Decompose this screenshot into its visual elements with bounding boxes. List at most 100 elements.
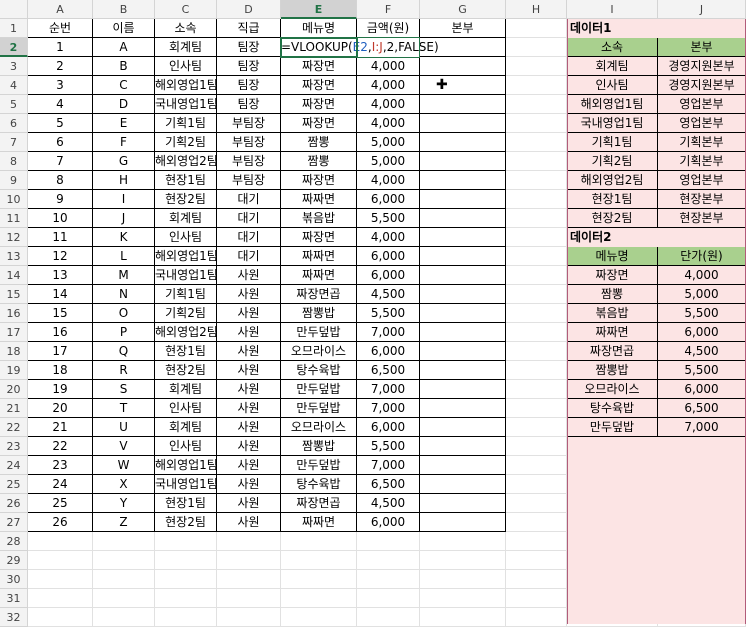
grid-cell[interactable] — [506, 133, 567, 152]
table-cell[interactable]: K — [93, 228, 155, 247]
table-cell[interactable]: E — [93, 114, 155, 133]
table-cell[interactable]: 볶음밥 — [281, 209, 357, 228]
grid-cell[interactable] — [506, 323, 567, 342]
data2-cell[interactable]: 짜장면 — [567, 266, 658, 285]
data1-cell[interactable]: 인사팀 — [567, 76, 658, 95]
row-header[interactable]: 30 — [0, 570, 28, 589]
column-header-b[interactable]: B — [93, 0, 155, 19]
row-header[interactable]: 25 — [0, 475, 28, 494]
data2-cell[interactable]: 7,000 — [658, 418, 746, 437]
grid-cell[interactable] — [506, 418, 567, 437]
grid-cell[interactable] — [357, 570, 420, 589]
table-cell[interactable]: B — [93, 57, 155, 76]
grid-cell[interactable] — [357, 532, 420, 551]
row-header[interactable]: 7 — [0, 133, 28, 152]
table-cell[interactable]: 21 — [28, 418, 93, 437]
table-cell[interactable]: 기획2팀 — [155, 304, 217, 323]
table-cell[interactable]: 부팀장 — [217, 114, 281, 133]
grid-cell[interactable] — [217, 551, 281, 570]
table-cell[interactable] — [420, 209, 506, 228]
row-header[interactable]: 32 — [0, 608, 28, 627]
grid-cell[interactable] — [506, 304, 567, 323]
data1-cell[interactable]: 해외영업2팀 — [567, 171, 658, 190]
table-cell[interactable]: 기획2팀 — [155, 133, 217, 152]
table-cell[interactable]: 만두덮밥 — [281, 399, 357, 418]
grid-cell[interactable] — [357, 551, 420, 570]
data2-cell[interactable]: 5,500 — [658, 361, 746, 380]
table-cell[interactable]: 6,000 — [357, 247, 420, 266]
table-cell[interactable]: 짜장면 — [281, 76, 357, 95]
table-cell[interactable]: O — [93, 304, 155, 323]
table-cell[interactable]: 팀장 — [217, 38, 281, 57]
grid-cell[interactable] — [420, 551, 506, 570]
table-cell[interactable]: 사원 — [217, 323, 281, 342]
row-header[interactable]: 10 — [0, 190, 28, 209]
grid-cell[interactable] — [155, 589, 217, 608]
table-cell[interactable]: I — [93, 190, 155, 209]
table-cell[interactable]: 현장1팀 — [155, 342, 217, 361]
grid-cell[interactable] — [506, 209, 567, 228]
row-header[interactable]: 3 — [0, 57, 28, 76]
table-cell[interactable]: P — [93, 323, 155, 342]
table-cell[interactable]: 팀장 — [217, 76, 281, 95]
table-cell[interactable]: 9 — [28, 190, 93, 209]
formula-editor-cell[interactable]: =VLOOKUP(E2,I:J,2,FALSE) — [280, 37, 439, 58]
column-header-d[interactable]: D — [217, 0, 281, 19]
table-cell[interactable]: 22 — [28, 437, 93, 456]
table-cell[interactable]: 4,000 — [357, 171, 420, 190]
table-cell[interactable]: W — [93, 456, 155, 475]
table-cell[interactable]: 5,500 — [357, 437, 420, 456]
table-cell[interactable]: 5,000 — [357, 133, 420, 152]
data2-cell[interactable]: 5,000 — [658, 285, 746, 304]
table-cell[interactable]: 사원 — [217, 342, 281, 361]
table-cell[interactable]: 짜장면 — [281, 114, 357, 133]
column-header-i[interactable]: I — [567, 0, 658, 19]
table-cell[interactable]: 짜장면 — [281, 95, 357, 114]
row-header[interactable]: 4 — [0, 76, 28, 95]
table-cell[interactable]: 2 — [28, 57, 93, 76]
data1-header-cell[interactable]: 소속 — [567, 38, 658, 57]
table-cell[interactable]: 6,000 — [357, 513, 420, 532]
table-cell[interactable]: 짜짜면 — [281, 190, 357, 209]
data1-cell[interactable]: 기획본부 — [658, 152, 746, 171]
table-cell[interactable]: 현장2팀 — [155, 513, 217, 532]
table-cell[interactable]: 6,000 — [357, 190, 420, 209]
grid-cell[interactable] — [506, 266, 567, 285]
data2-cell[interactable]: 짬뽕 — [567, 285, 658, 304]
table-cell[interactable]: 5,500 — [357, 209, 420, 228]
data2-cell[interactable]: 6,000 — [658, 380, 746, 399]
table-cell[interactable]: 국내영업1팀 — [155, 266, 218, 285]
table-cell[interactable]: 회계팀 — [155, 418, 217, 437]
table-cell[interactable]: 사원 — [217, 380, 281, 399]
table-cell[interactable]: U — [93, 418, 155, 437]
grid-cell[interactable] — [506, 361, 567, 380]
select-all-corner[interactable] — [0, 0, 28, 19]
table-header-cell[interactable]: 금액(원) — [357, 19, 420, 38]
table-cell[interactable]: 부팀장 — [217, 171, 281, 190]
grid-cell[interactable] — [357, 589, 420, 608]
table-cell[interactable]: 해외영업2팀 — [155, 323, 218, 342]
grid-cell[interactable] — [28, 608, 93, 627]
grid-cell[interactable] — [506, 114, 567, 133]
data2-cell[interactable]: 탕수육밥 — [567, 399, 658, 418]
table-cell[interactable]: 7,000 — [357, 323, 420, 342]
table-cell[interactable]: 14 — [28, 285, 93, 304]
table-cell[interactable]: 사원 — [217, 456, 281, 475]
grid-cell[interactable] — [420, 608, 506, 627]
table-cell[interactable]: 현장2팀 — [155, 190, 217, 209]
table-cell[interactable]: 7,000 — [357, 456, 420, 475]
row-header[interactable]: 6 — [0, 114, 28, 133]
table-cell[interactable]: 4,000 — [357, 95, 420, 114]
table-cell[interactable] — [420, 475, 506, 494]
data1-cell[interactable]: 기획본부 — [658, 133, 746, 152]
table-cell[interactable]: 기획1팀 — [155, 285, 217, 304]
table-cell[interactable]: R — [93, 361, 155, 380]
table-cell[interactable]: 3 — [28, 76, 93, 95]
table-cell[interactable]: 4,000 — [357, 76, 420, 95]
row-header[interactable]: 12 — [0, 228, 28, 247]
table-cell[interactable] — [420, 456, 506, 475]
table-cell[interactable]: J — [93, 209, 155, 228]
table-cell[interactable]: 만두덮밥 — [281, 456, 357, 475]
data2-cell[interactable]: 6,500 — [658, 399, 746, 418]
data1-cell[interactable]: 현장1팀 — [567, 190, 658, 209]
